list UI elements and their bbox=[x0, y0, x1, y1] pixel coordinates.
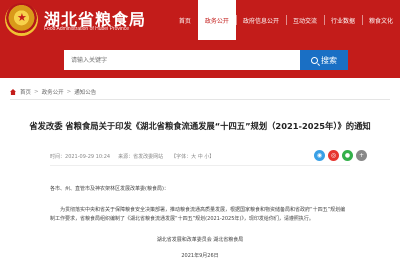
publish-date: 2021-09-29 10:24 bbox=[65, 154, 111, 160]
site-header: ★ 湖北省粮食局 Food Administration of Hubei Pr… bbox=[0, 0, 400, 40]
article-paragraph: 各市、州、直管市及神农架林区发展改革委(粮食局)： bbox=[50, 186, 169, 192]
article-sign-date: 2021年9月26日 bbox=[181, 253, 219, 259]
breadcrumb-gov-affairs[interactable]: 政务公开 bbox=[42, 88, 64, 96]
national-emblem-icon: ★ bbox=[5, 3, 38, 36]
breadcrumb-separator: > bbox=[34, 89, 39, 95]
nav-home[interactable]: 首页 bbox=[172, 0, 198, 40]
search-input[interactable] bbox=[64, 50, 300, 70]
more-share-icon[interactable]: + bbox=[356, 150, 367, 161]
share-bar: ◉ ◎ ● + bbox=[314, 150, 367, 161]
nav-industry-data[interactable]: 行业数据 bbox=[323, 0, 362, 40]
article-meta: 时间：2021-09-29 10:24 来源：省发改委网站 【字体：大 中 小】 bbox=[50, 153, 214, 160]
breadcrumb: 首页 > 政务公开 > 通知公告 bbox=[10, 88, 96, 96]
qq-share-icon[interactable]: ◉ bbox=[314, 150, 325, 161]
search-icon bbox=[311, 56, 318, 64]
article-signature: 湖北省发展和改革委员会 湖北省粮食局 bbox=[156, 237, 244, 243]
breadcrumb-notices[interactable]: 通知公告 bbox=[74, 88, 96, 96]
nav-gov-info[interactable]: 政府信息公开 bbox=[235, 0, 286, 40]
nav-grain-culture[interactable]: 粮食文化 bbox=[361, 0, 400, 40]
nav-interaction[interactable]: 互动交流 bbox=[285, 0, 324, 40]
breadcrumb-divider bbox=[10, 99, 390, 100]
source-label: 来源： bbox=[118, 154, 134, 160]
article-paragraph: 为贯彻落实中央和省关于保障粮食安全决策部署，推动粮食流通高质量发展，根据国家粮食… bbox=[50, 207, 346, 222]
search-button[interactable]: 搜索 bbox=[300, 50, 348, 70]
font-size-selector[interactable]: 【字体：大 中 小】 bbox=[171, 153, 214, 160]
wechat-share-icon[interactable]: ● bbox=[342, 150, 353, 161]
article-source: 省发改委网站 bbox=[133, 154, 164, 160]
search-button-label: 搜索 bbox=[321, 55, 337, 65]
article-title: 省发改委 省粮食局关于印发《湖北省粮食流通发展“十四五”规划（2021-2025… bbox=[29, 121, 371, 131]
main-nav: 首页 政务公开 政府信息公开 互动交流 行业数据 粮食文化 bbox=[172, 0, 400, 40]
meta-divider bbox=[50, 165, 350, 166]
home-icon bbox=[10, 89, 16, 95]
date-label: 时间： bbox=[50, 154, 66, 160]
weibo-share-icon[interactable]: ◎ bbox=[328, 150, 339, 161]
nav-gov-affairs[interactable]: 政务公开 bbox=[197, 0, 236, 40]
breadcrumb-home[interactable]: 首页 bbox=[20, 88, 31, 96]
breadcrumb-separator: > bbox=[66, 89, 72, 95]
site-subtitle: Food Administration of Hubei Province bbox=[44, 26, 130, 32]
